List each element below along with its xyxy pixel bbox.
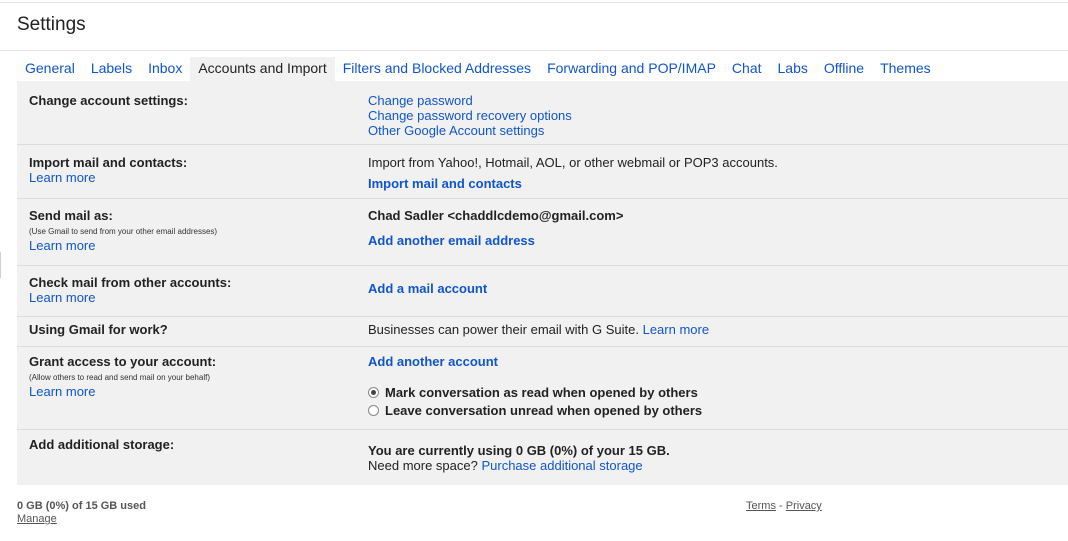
- section-storage: Add additional storage: You are currentl…: [17, 430, 1068, 485]
- tab-offline[interactable]: Offline: [816, 60, 872, 81]
- footer-links: Terms - Privacy: [746, 500, 822, 512]
- section-check-mail: Check mail from other accounts: Learn mo…: [17, 266, 1068, 317]
- footer-privacy-link[interactable]: Privacy: [786, 500, 822, 512]
- section-import: Import mail and contacts: Learn more Imp…: [17, 145, 1068, 199]
- footer-terms-link[interactable]: Terms: [746, 500, 776, 512]
- leave-unread-option[interactable]: Leave conversation unread when opened by…: [368, 403, 702, 418]
- import-mail-and-contacts-link[interactable]: Import mail and contacts: [368, 176, 522, 191]
- storage-label: Add additional storage:: [29, 437, 175, 452]
- send-as-learn-more-link[interactable]: Learn more: [29, 238, 95, 253]
- tab-labs[interactable]: Labs: [770, 60, 816, 81]
- tab-themes[interactable]: Themes: [872, 60, 939, 81]
- check-mail-label: Check mail from other accounts:: [29, 275, 232, 290]
- other-google-account-settings-link[interactable]: Other Google Account settings: [368, 123, 544, 138]
- change-password-link[interactable]: Change password: [368, 93, 473, 108]
- send-as-identity: Chad Sadler <chaddlcdemo@gmail.com>: [368, 208, 624, 223]
- storage-need-more-line: Need more space? Purchase additional sto…: [368, 458, 643, 473]
- tab-inbox[interactable]: Inbox: [140, 60, 190, 81]
- change-recovery-options-link[interactable]: Change password recovery options: [368, 108, 572, 123]
- scroll-edge-marker: [0, 252, 1, 278]
- footer-manage-link[interactable]: Manage: [17, 513, 57, 525]
- check-mail-learn-more-link[interactable]: Learn more: [29, 290, 95, 305]
- tab-forwarding-and-pop-imap[interactable]: Forwarding and POP/IMAP: [539, 60, 724, 81]
- tab-filters-and-blocked-addresses[interactable]: Filters and Blocked Addresses: [335, 60, 539, 81]
- add-another-account-link[interactable]: Add another account: [368, 354, 498, 369]
- work-description-line: Businesses can power their email with G …: [368, 322, 709, 337]
- grant-access-learn-more-link[interactable]: Learn more: [29, 384, 95, 399]
- work-description: Businesses can power their email with G …: [368, 322, 639, 337]
- section-work: Using Gmail for work? Businesses can pow…: [17, 317, 1068, 347]
- top-divider: [0, 2, 1068, 3]
- settings-panel: Change account settings: Change password…: [17, 81, 1068, 485]
- import-description: Import from Yahoo!, Hotmail, AOL, or oth…: [368, 155, 778, 170]
- grant-access-sublabel: (Allow others to read and send mail on y…: [29, 373, 210, 382]
- tab-general[interactable]: General: [17, 60, 83, 81]
- purchase-storage-link[interactable]: Purchase additional storage: [481, 458, 642, 473]
- import-label: Import mail and contacts:: [29, 155, 188, 170]
- settings-page: Settings General Labels Inbox Accounts a…: [0, 0, 1068, 541]
- section-change-account: Change account settings: Change password…: [17, 81, 1068, 145]
- tab-labels[interactable]: Labels: [83, 60, 140, 81]
- tab-accounts-and-import[interactable]: Accounts and Import: [190, 57, 335, 81]
- change-account-label: Change account settings:: [29, 93, 188, 108]
- tab-chat[interactable]: Chat: [724, 60, 770, 81]
- leave-unread-radio[interactable]: [368, 405, 379, 416]
- storage-need-more: Need more space?: [368, 458, 478, 473]
- work-learn-more-link[interactable]: Learn more: [643, 322, 709, 337]
- mark-read-radio[interactable]: [368, 387, 379, 398]
- mark-read-label: Mark conversation as read when opened by…: [385, 385, 698, 400]
- work-label: Using Gmail for work?: [29, 322, 168, 337]
- section-send-as: Send mail as: (Use Gmail to send from yo…: [17, 199, 1068, 266]
- add-another-email-address-link[interactable]: Add another email address: [368, 233, 535, 248]
- footer-storage-usage: 0 GB (0%) of 15 GB used: [17, 500, 146, 512]
- add-mail-account-link[interactable]: Add a mail account: [368, 281, 487, 296]
- send-as-label: Send mail as:: [29, 208, 113, 223]
- settings-tabs: General Labels Inbox Accounts and Import…: [17, 57, 939, 81]
- footer-separator: -: [779, 500, 783, 512]
- title-divider: [0, 50, 1068, 51]
- send-as-sublabel: (Use Gmail to send from your other email…: [29, 227, 218, 236]
- page-title: Settings: [17, 14, 86, 35]
- leave-unread-label: Leave conversation unread when opened by…: [385, 403, 703, 418]
- section-grant-access: Grant access to your account: (Allow oth…: [17, 347, 1068, 430]
- storage-usage: You are currently using 0 GB (0%) of you…: [368, 443, 670, 458]
- mark-read-option[interactable]: Mark conversation as read when opened by…: [368, 385, 698, 400]
- grant-access-label: Grant access to your account:: [29, 354, 217, 369]
- import-learn-more-link[interactable]: Learn more: [29, 170, 95, 185]
